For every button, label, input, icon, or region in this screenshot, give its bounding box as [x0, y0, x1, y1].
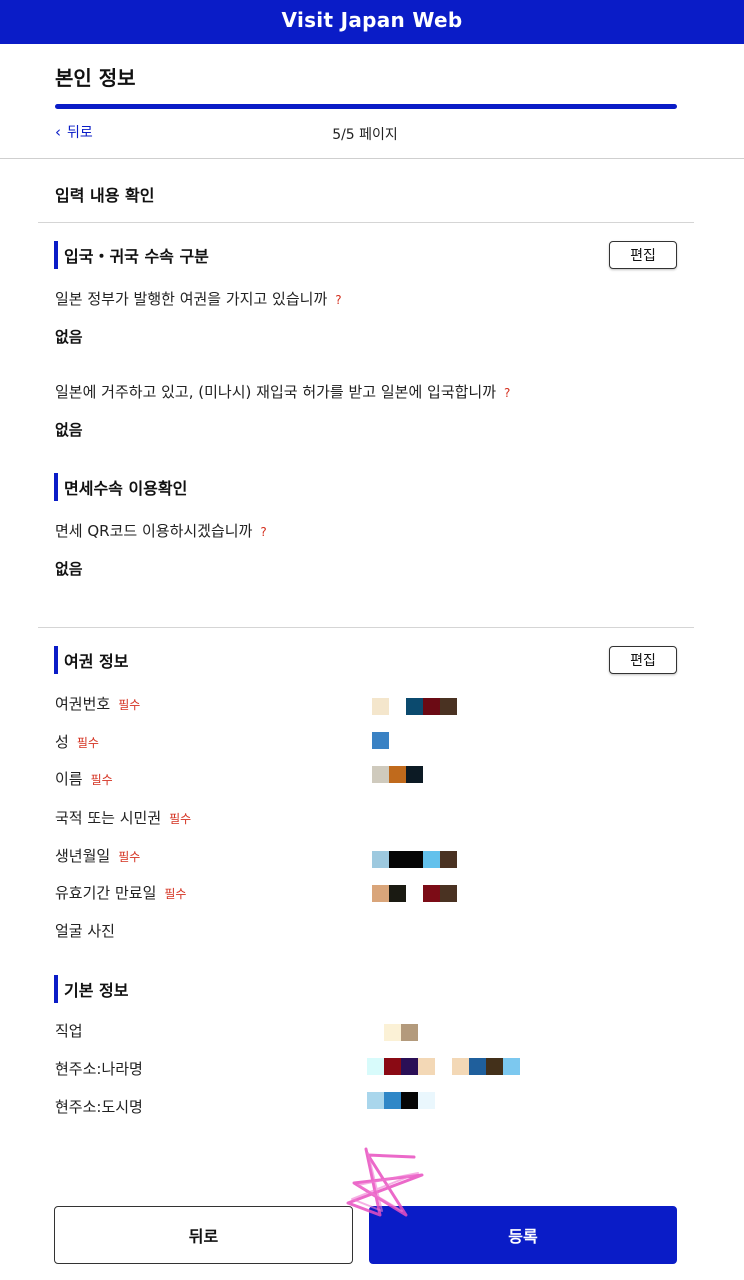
redacted-value	[372, 732, 389, 749]
field-label-surname: 성 필수	[55, 731, 99, 752]
confirm-heading: 입력 내용 확인	[55, 186, 155, 205]
field-label-birthdate: 생년월일 필수	[55, 845, 140, 866]
redacted-value	[367, 1092, 435, 1109]
help-icon[interactable]: ?	[335, 293, 341, 307]
edit-passport-button[interactable]: 편집	[609, 646, 677, 674]
field-label-occupation: 직업	[55, 1022, 83, 1040]
label-text: 생년월일	[55, 847, 111, 865]
chevron-left-icon: ‹	[55, 122, 61, 141]
section-title: 면세수속 이용확인	[64, 479, 188, 498]
section-passport-heading: 여권 정보	[54, 646, 128, 674]
progress-bar	[55, 104, 677, 109]
app-header: Visit Japan Web	[0, 0, 744, 44]
question-taxfree-qr: 면세 QR코드 이용하시겠습니까?	[55, 520, 267, 541]
label-text: 유효기간 만료일	[55, 884, 157, 902]
help-icon[interactable]: ?	[260, 525, 266, 539]
redacted-value	[384, 1024, 418, 1041]
required-badge: 필수	[118, 850, 141, 864]
required-badge: 필수	[164, 887, 187, 901]
section-accent	[54, 241, 58, 269]
redacted-value	[372, 698, 457, 715]
page-title: 본인 정보	[55, 66, 136, 90]
label-text: 여권번호	[55, 695, 111, 713]
field-label-face-photo: 얼굴 사진	[55, 922, 115, 940]
field-label-expiry-date: 유효기간 만료일 필수	[55, 882, 186, 903]
divider	[38, 222, 694, 223]
question-text: 일본에 거주하고 있고, (미나시) 재입국 허가를 받고 일본에 입국합니까	[55, 383, 497, 401]
section-entry-heading: 입국・귀국 수속 구분	[54, 241, 209, 269]
divider	[0, 158, 744, 159]
divider	[38, 627, 694, 628]
required-badge: 필수	[76, 736, 99, 750]
section-accent	[54, 473, 58, 501]
field-label-country: 현주소:나라명	[55, 1060, 143, 1078]
answer-taxfree-qr: 없음	[55, 560, 83, 578]
question-text: 면세 QR코드 이용하시겠습니까	[55, 522, 253, 540]
redacted-value	[372, 766, 423, 783]
section-taxfree-heading: 면세수속 이용확인	[54, 473, 187, 501]
page-indicator: 5/5 페이지	[332, 127, 398, 143]
section-accent	[54, 975, 58, 1003]
field-label-nationality: 국적 또는 시민권 필수	[55, 807, 191, 828]
field-label-passport-number: 여권번호 필수	[55, 693, 140, 714]
label-text: 성	[55, 733, 69, 751]
section-title: 기본 정보	[64, 981, 129, 1000]
question-reentry: 일본에 거주하고 있고, (미나시) 재입국 허가를 받고 일본에 입국합니까?	[55, 381, 510, 402]
back-link-label: 뒤로	[67, 125, 93, 141]
redacted-value	[372, 885, 457, 902]
required-badge: 필수	[90, 773, 113, 787]
required-badge: 필수	[169, 812, 192, 826]
answer-reentry: 없음	[55, 421, 83, 439]
section-accent	[54, 646, 58, 674]
label-text: 이름	[55, 770, 83, 788]
question-passport-japan: 일본 정부가 발행한 여권을 가지고 있습니까?	[55, 288, 342, 309]
edit-entry-button[interactable]: 편집	[609, 241, 677, 269]
section-title: 입국・귀국 수속 구분	[64, 247, 209, 266]
back-button[interactable]: 뒤로	[54, 1206, 353, 1264]
redacted-value	[367, 1058, 520, 1075]
section-title: 여권 정보	[64, 652, 129, 671]
redacted-value	[372, 851, 457, 868]
field-label-city: 현주소:도시명	[55, 1098, 143, 1116]
section-basic-heading: 기본 정보	[54, 975, 128, 1003]
back-link[interactable]: ‹ 뒤로	[55, 122, 93, 142]
required-badge: 필수	[118, 698, 141, 712]
help-icon[interactable]: ?	[504, 386, 510, 400]
submit-button[interactable]: 등록	[369, 1206, 677, 1264]
answer-passport-japan: 없음	[55, 328, 83, 346]
label-text: 국적 또는 시민권	[55, 809, 162, 827]
field-label-given-name: 이름 필수	[55, 768, 113, 789]
question-text: 일본 정부가 발행한 여권을 가지고 있습니까	[55, 290, 328, 308]
